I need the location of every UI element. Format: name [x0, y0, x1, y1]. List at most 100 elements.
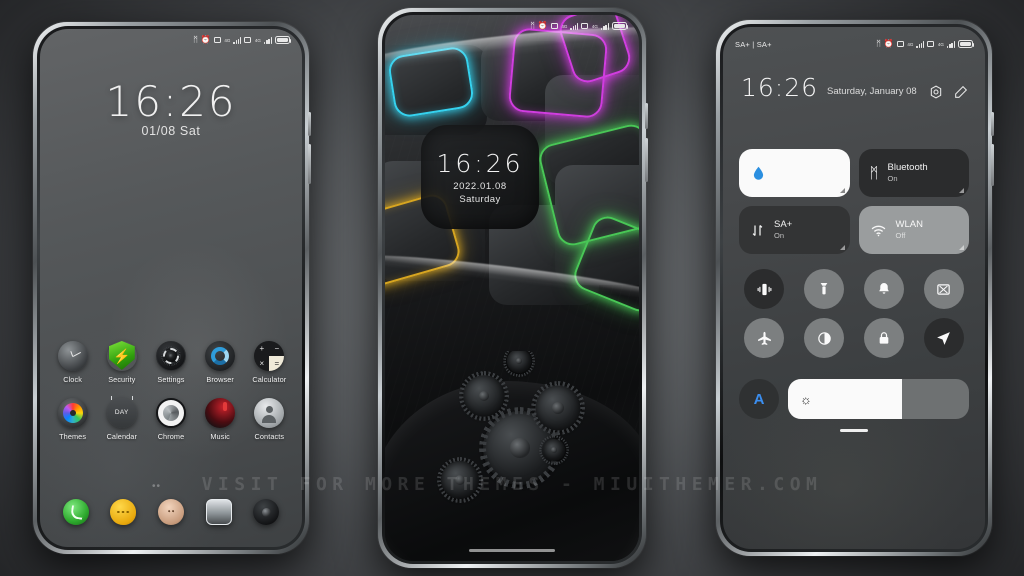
network-type-label-2: 4G — [937, 41, 944, 47]
tile-wlan[interactable]: WLAN Off — [858, 206, 969, 254]
clock-date: 01/08 Sat — [141, 124, 201, 138]
browser-icon — [205, 341, 236, 371]
clock-icon — [57, 341, 88, 371]
network-type-label-1: 4G — [224, 37, 231, 43]
status-bar: ᛗ ⏰ 4G 4G — [385, 15, 639, 37]
app-music[interactable]: Music — [197, 398, 243, 441]
control-center-handle[interactable] — [840, 429, 868, 432]
app-browser[interactable]: Browser — [197, 341, 243, 384]
sun-icon: ☼ — [800, 391, 812, 407]
gear-small-2-icon — [441, 461, 479, 499]
network-type-label-2: 4G — [254, 37, 261, 43]
signal-bars-icon-1 — [570, 22, 579, 30]
app-clock[interactable]: Clock — [50, 341, 96, 384]
network-type-label-1: 4G — [907, 41, 914, 47]
lockscreen-clock-widget: 16:26 2022.01.08 Saturday — [421, 125, 539, 229]
location-icon — [937, 331, 950, 345]
phone2-screen[interactable]: ᛗ ⏰ 4G 4G 16:26 2022.01.08 Saturday — [385, 15, 639, 561]
lock-icon — [879, 332, 889, 344]
app-chrome[interactable]: Chrome — [148, 398, 194, 441]
sim2-icon — [581, 23, 589, 29]
app-label: Chrome — [157, 432, 185, 441]
auto-brightness-button[interactable]: A — [739, 379, 779, 419]
bluetooth-icon: ᛗ — [869, 164, 879, 182]
app-label: Contacts — [254, 432, 285, 441]
toggle-dark-mode[interactable] — [804, 318, 845, 358]
shield-icon: ⚡ — [107, 341, 137, 371]
alarm-icon: ⏰ — [537, 21, 548, 30]
phone3-screen[interactable]: SA+ | SA+ ᛗ ⏰ 4G 4G 16:26 Saturday, Janu… — [723, 27, 985, 549]
phone-icon[interactable] — [62, 499, 89, 525]
settings-gear-icon[interactable] — [928, 84, 944, 100]
themes-icon — [57, 398, 88, 428]
camera-icon[interactable] — [253, 499, 280, 525]
sim1-icon — [550, 23, 558, 29]
vibrate-icon — [757, 283, 772, 295]
battery-icon — [958, 40, 975, 48]
status-bar: SA+ | SA+ ᛗ ⏰ 4G 4G — [723, 27, 985, 61]
toggle-lock[interactable] — [863, 318, 904, 358]
brightness-slider[interactable]: ☼ — [788, 379, 969, 419]
toggle-flashlight[interactable] — [804, 269, 845, 309]
tile-bluetooth[interactable]: ᛗ Bluetooth On — [858, 149, 969, 197]
app-calculator[interactable]: + − × = Calculator — [246, 341, 292, 384]
battery-icon — [275, 36, 292, 44]
sim1-icon — [896, 41, 904, 47]
app-security[interactable]: ⚡ Security — [99, 341, 145, 384]
lockscreen-wallpaper: ᛗ ⏰ 4G 4G 16:26 2022.01.08 Saturday — [385, 15, 639, 561]
toggle-screenshot[interactable] — [923, 269, 964, 309]
gallery-icon[interactable] — [205, 499, 232, 525]
water-drop-icon — [753, 166, 764, 180]
home-indicator[interactable] — [469, 548, 555, 552]
music-icon — [205, 398, 236, 428]
calendar-icon: DAY — [106, 396, 137, 428]
network-type-label-2: 4G — [591, 23, 598, 29]
signal-bars-icon-2 — [600, 22, 609, 30]
data-transfer-icon — [752, 224, 763, 236]
signal-bars-icon-2 — [263, 36, 272, 44]
toggle-airplane[interactable] — [744, 318, 785, 358]
flashlight-icon — [820, 283, 828, 295]
bluetooth-icon: ᛗ — [876, 39, 881, 48]
phone-center: ᛗ ⏰ 4G 4G 16:26 2022.01.08 Saturday — [378, 8, 648, 568]
app-label: Browser — [206, 375, 234, 384]
toggle-location[interactable] — [923, 318, 964, 358]
calendar-day-text: DAY — [114, 409, 129, 416]
tile-state: On — [774, 230, 785, 240]
app-contacts[interactable]: Contacts — [246, 398, 292, 441]
signal-bars-icon-1 — [916, 40, 925, 48]
bell-icon — [879, 283, 889, 294]
brightness-row: A ☼ — [739, 379, 969, 419]
app-row-2: Themes DAY Calendar Chrome Music Contact… — [48, 396, 294, 441]
gear-small-icon — [507, 351, 531, 373]
quick-toggle-circles — [739, 269, 969, 358]
edit-pencil-icon[interactable] — [953, 84, 969, 100]
app-calendar[interactable]: DAY Calendar — [99, 396, 145, 441]
carrier-label: SA+ | SA+ — [735, 39, 772, 49]
app-settings[interactable]: Settings — [148, 341, 194, 384]
dark-mode-icon — [817, 331, 831, 345]
airplane-icon — [758, 331, 771, 345]
toggle-vibrate[interactable] — [744, 269, 785, 309]
tile-state: On — [887, 173, 898, 183]
contacts-face-icon[interactable] — [157, 499, 184, 525]
phone1-screen[interactable]: ᛗ ⏰ 4G 4G 16:26 01/08 Sat Clock ⚡ Securi… — [40, 29, 302, 547]
tile-label: SA+ — [774, 219, 793, 231]
quick-settings-tiles: ᛗ Bluetooth On SA+ On WLAN Off — [739, 149, 969, 254]
app-label: Music — [210, 432, 230, 441]
sim1-icon — [213, 37, 221, 43]
network-type-label-1: 4G — [561, 23, 568, 29]
cc-time: 16:26 — [741, 73, 819, 102]
tile-mobile-data[interactable] — [739, 149, 850, 197]
messages-icon[interactable] — [110, 499, 137, 525]
calculator-icon: + − × = — [254, 341, 285, 371]
toggle-ringer[interactable] — [863, 269, 904, 309]
signal-bars-icon-1 — [233, 36, 242, 44]
app-label: Settings — [157, 375, 185, 384]
tile-label: WLAN — [895, 219, 923, 231]
clock-weekday: Saturday — [459, 194, 501, 205]
tile-mobile-network[interactable]: SA+ On — [739, 206, 850, 254]
brightness-fill: ☼ — [788, 379, 903, 419]
wifi-icon — [871, 225, 885, 236]
app-themes[interactable]: Themes — [50, 398, 96, 441]
